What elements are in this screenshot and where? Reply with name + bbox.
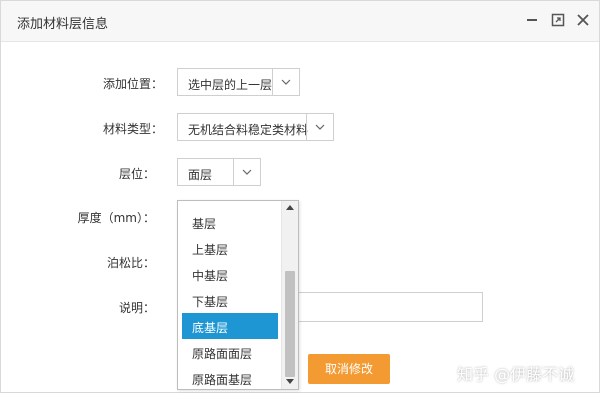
layer-label: 层位： (118, 167, 155, 181)
material-type-select-value: 无机结合料稳定类材料 (188, 123, 309, 137)
dropdown-option[interactable]: 基层 (182, 209, 278, 235)
position-label: 添加位置： (102, 77, 163, 91)
description-label: 说明： (118, 301, 155, 315)
close-icon[interactable] (576, 13, 590, 27)
dropdown-option[interactable]: 原路面基层 (182, 365, 278, 389)
watermark: 知乎 @伊藤不诚 (457, 365, 575, 384)
maximize-icon[interactable] (551, 13, 565, 27)
scrollbar-thumb[interactable] (285, 271, 295, 377)
chevron-down-icon[interactable] (306, 114, 333, 140)
poisson-ratio-label: 泊松比： (106, 256, 155, 270)
dialog: 添加材料层信息 添加位置： 选中层的上一层 材料类型： 无机结合料稳定类材料 层… (0, 0, 600, 393)
thickness-label: 厚度（mm）： (77, 211, 155, 225)
layer-dropdown-list: 基层 上基层 中基层 下基层 底基层 原路面面层 原路面基层 (177, 200, 299, 390)
position-select[interactable]: 选中层的上一层 (177, 68, 300, 96)
dropdown-scrollbar[interactable] (281, 201, 298, 389)
layer-select-value: 面层 (188, 168, 213, 182)
dropdown-option[interactable]: 上基层 (182, 235, 278, 261)
chevron-down-icon[interactable] (272, 69, 299, 95)
dropdown-option-selected[interactable]: 底基层 (182, 313, 278, 339)
dialog-titlebar: 添加材料层信息 (1, 1, 599, 42)
material-type-select[interactable]: 无机结合料稳定类材料 (177, 113, 334, 141)
dropdown-option[interactable]: 下基层 (182, 287, 278, 313)
minimize-icon[interactable] (525, 13, 539, 27)
layer-select[interactable]: 面层 (177, 158, 261, 186)
cancel-edit-button[interactable]: 取消修改 (308, 354, 390, 384)
material-type-label: 材料类型： (102, 122, 163, 136)
position-select-value: 选中层的上一层 (188, 78, 273, 92)
scroll-up-arrow-icon[interactable] (282, 201, 298, 215)
dropdown-option[interactable]: 中基层 (182, 261, 278, 287)
chevron-down-icon[interactable] (233, 159, 260, 185)
dialog-title: 添加材料层信息 (17, 17, 109, 32)
scroll-down-arrow-icon[interactable] (282, 375, 298, 389)
dropdown-option[interactable]: 原路面面层 (182, 339, 278, 365)
